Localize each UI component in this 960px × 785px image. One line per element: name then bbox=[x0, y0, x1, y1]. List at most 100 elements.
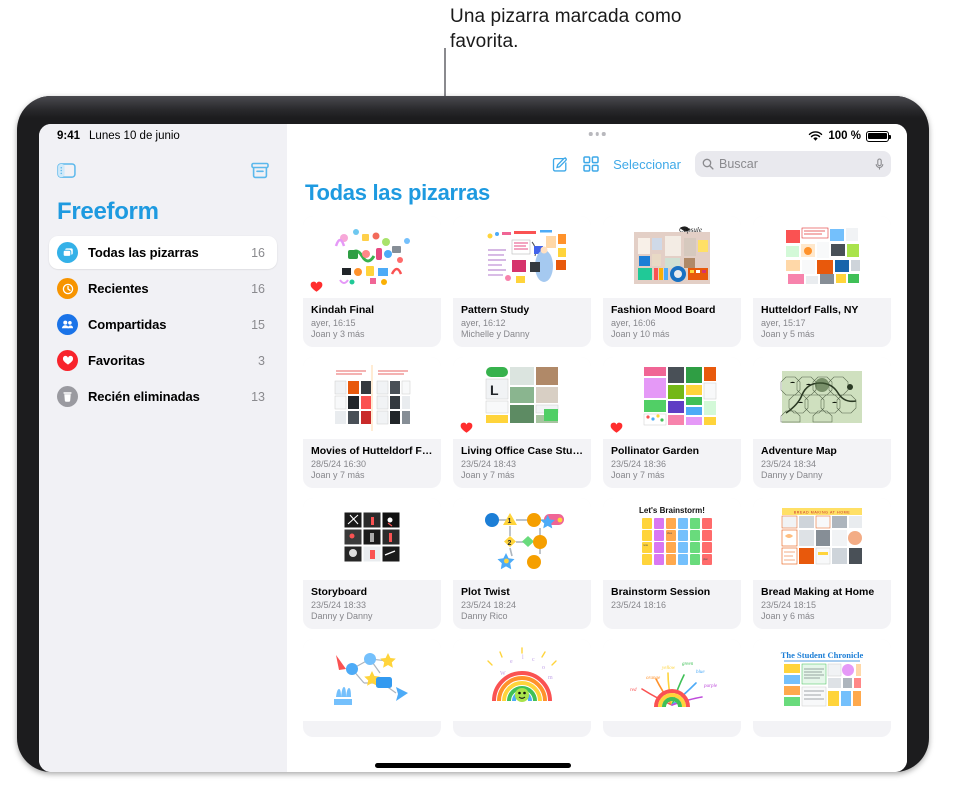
ipad-device-frame: 9:41 Lunes 10 de junio 100 % Freeform To… bbox=[17, 96, 929, 772]
people-icon bbox=[57, 314, 78, 335]
grid-view-icon[interactable] bbox=[583, 156, 599, 172]
board-date: 23/5/24 18:43 bbox=[461, 459, 517, 469]
favorite-heart-icon bbox=[610, 422, 623, 433]
board-thumbnail bbox=[453, 216, 591, 298]
sidebar-item-recien-eliminadas[interactable]: Recién eliminadas 13 bbox=[49, 380, 277, 413]
brainstorm-grid-art: Let's Brainstorm! ideanoteplan bbox=[639, 506, 712, 565]
board-card[interactable]: Kindah Final ayer, 16:15 Joan y 3 más bbox=[303, 216, 441, 347]
svg-text:BREAD MAKING AT HOME: BREAD MAKING AT HOME bbox=[794, 511, 850, 515]
board-card-living-office-case-study[interactable]: L Living Office Case Study 23/5/24 18:43… bbox=[453, 357, 591, 488]
trash-icon bbox=[57, 386, 78, 407]
select-button[interactable]: Seleccionar bbox=[613, 157, 681, 172]
sidebar-item-label: Favoritas bbox=[88, 353, 145, 368]
boards-grid: Kindah Final ayer, 16:15 Joan y 3 más Pa… bbox=[303, 216, 891, 737]
sidebar-item-count: 13 bbox=[251, 389, 265, 404]
board-date: ayer, 16:12 bbox=[461, 318, 506, 328]
board-title: Kindah Final bbox=[311, 304, 374, 316]
board-thumbnail: BREAD MAKING AT HOME bbox=[753, 498, 891, 580]
svg-text:c: c bbox=[532, 657, 535, 663]
svg-text:plan: plan bbox=[703, 557, 708, 561]
search-input[interactable]: Buscar bbox=[719, 157, 870, 171]
sidebar-item-todas-las-pizarras[interactable]: Todas las pizarras 16 bbox=[49, 236, 277, 269]
board-thumbnail bbox=[303, 498, 441, 580]
compose-icon[interactable] bbox=[552, 156, 569, 173]
heart-icon bbox=[57, 350, 78, 371]
bread-collage-art: BREAD MAKING AT HOME bbox=[781, 508, 862, 565]
device-screen: 9:41 Lunes 10 de junio 100 % Freeform To… bbox=[39, 124, 907, 772]
board-card[interactable]: red orange yellow green blue purple bbox=[603, 639, 741, 737]
svg-text:Capsule: Capsule bbox=[679, 226, 702, 234]
board-card[interactable]: Let's Brainstorm! idea note plan Brainst… bbox=[603, 498, 741, 629]
board-people: Danny Rico bbox=[461, 611, 508, 621]
sidebar-item-compartidas[interactable]: Compartidas 15 bbox=[49, 308, 277, 341]
board-meta: Plot Twist 23/5/24 18:24 Danny Rico bbox=[453, 580, 591, 629]
rainbow-art: We l c om bbox=[487, 647, 557, 702]
board-title: Hutteldorf Falls, NY bbox=[761, 304, 859, 316]
board-meta: Pollinator Garden 23/5/24 18:36 Joan y 7… bbox=[603, 439, 741, 488]
app-title: Freeform bbox=[57, 198, 159, 225]
sidebar-item-count: 16 bbox=[251, 245, 265, 260]
board-card[interactable]: Adventure Map 23/5/24 18:34 Danny y Dann… bbox=[753, 357, 891, 488]
board-meta: Living Office Case Study 23/5/24 18:43 J… bbox=[453, 439, 591, 488]
board-thumbnail: We l c om bbox=[453, 639, 591, 721]
svg-text:red: red bbox=[630, 688, 637, 693]
board-people: Joan y 7 más bbox=[611, 470, 665, 480]
board-card[interactable]: Pollinator Garden 23/5/24 18:36 Joan y 7… bbox=[603, 357, 741, 488]
board-title: Adventure Map bbox=[761, 445, 837, 457]
sidebar-item-recientes[interactable]: Recientes 16 bbox=[49, 272, 277, 305]
board-card[interactable]: Capsule Fashion Mood Board ayer, 16:06 J… bbox=[603, 216, 741, 347]
svg-text:orange: orange bbox=[646, 676, 661, 681]
board-meta: Fashion Mood Board ayer, 16:06 Joan y 10… bbox=[603, 298, 741, 347]
newspaper-caption: The Student Chronicle bbox=[781, 650, 864, 660]
screenshot-root: Una pizarra marcada como favorita. 9:41 … bbox=[0, 0, 960, 785]
board-title: Plot Twist bbox=[461, 586, 510, 598]
board-date: ayer, 16:06 bbox=[611, 318, 656, 328]
board-meta: Adventure Map 23/5/24 18:34 Danny y Dann… bbox=[753, 439, 891, 488]
favorite-heart-icon bbox=[310, 281, 323, 292]
board-card[interactable]: Pattern Study ayer, 16:12 Michelle y Dan… bbox=[453, 216, 591, 347]
board-title: Bread Making at Home bbox=[761, 586, 875, 598]
board-thumbnail: L bbox=[453, 357, 591, 439]
board-meta: Hutteldorf Falls, NY ayer, 15:17 Joan y … bbox=[753, 298, 891, 347]
board-card[interactable]: 1 2 Plot Twist 23/5/24 18:24 Danny Rico bbox=[453, 498, 591, 629]
board-title: Pattern Study bbox=[461, 304, 530, 316]
board-date: 23/5/24 18:24 bbox=[461, 600, 517, 610]
board-card[interactable]: Movies of Hutteldorf Fa… 28/5/24 16:30 J… bbox=[303, 357, 441, 488]
board-card[interactable]: The Student Chronicle bbox=[753, 639, 891, 737]
board-thumbnail bbox=[603, 357, 741, 439]
board-thumbnail bbox=[303, 216, 441, 298]
board-card[interactable]: We l c om bbox=[453, 639, 591, 737]
sidebar-toggle-icon[interactable] bbox=[57, 163, 76, 183]
board-date: ayer, 15:17 bbox=[761, 318, 806, 328]
brainstorm-caption: Let's Brainstorm! bbox=[639, 506, 705, 515]
home-indicator[interactable] bbox=[375, 763, 571, 768]
sidebar-item-label: Recientes bbox=[88, 281, 149, 296]
color-burst-art: red orange yellow green blue purple bbox=[630, 662, 718, 708]
svg-text:2: 2 bbox=[508, 540, 512, 547]
svg-text:green: green bbox=[682, 662, 694, 667]
board-card[interactable]: Hutteldorf Falls, NY ayer, 15:17 Joan y … bbox=[753, 216, 891, 347]
board-card[interactable] bbox=[303, 639, 441, 737]
board-date: 23/5/24 18:36 bbox=[611, 459, 667, 469]
search-field[interactable]: Buscar bbox=[695, 151, 891, 177]
board-title: Pollinator Garden bbox=[611, 445, 700, 457]
pattern-art bbox=[487, 230, 566, 283]
board-people: Danny y Danny bbox=[761, 470, 823, 480]
svg-text:l: l bbox=[522, 655, 524, 661]
plot-diagram-art: 1 2 bbox=[485, 513, 564, 570]
board-thumbnail: The Student Chronicle bbox=[753, 639, 891, 721]
sidebar-nav: Todas las pizarras 16 Recientes 16 Compa… bbox=[49, 236, 277, 413]
microphone-icon[interactable] bbox=[875, 157, 884, 171]
sidebar-item-favoritas[interactable]: Favoritas 3 bbox=[49, 344, 277, 377]
board-thumbnail bbox=[303, 357, 441, 439]
board-thumbnail bbox=[753, 216, 891, 298]
board-card[interactable]: Storyboard 23/5/24 18:33 Danny y Danny bbox=[303, 498, 441, 629]
board-people: Joan y 6 más bbox=[761, 611, 815, 621]
callout-text: Una pizarra marcada como favorita. bbox=[450, 6, 682, 52]
svg-text:W: W bbox=[500, 671, 506, 677]
more-dots-icon[interactable] bbox=[588, 132, 606, 136]
adventure-map-art bbox=[780, 371, 862, 423]
archive-box-icon[interactable] bbox=[251, 162, 269, 184]
board-card[interactable]: BREAD MAKING AT HOME Bread Making at Hom… bbox=[753, 498, 891, 629]
board-people: Joan y 5 más bbox=[761, 329, 815, 339]
